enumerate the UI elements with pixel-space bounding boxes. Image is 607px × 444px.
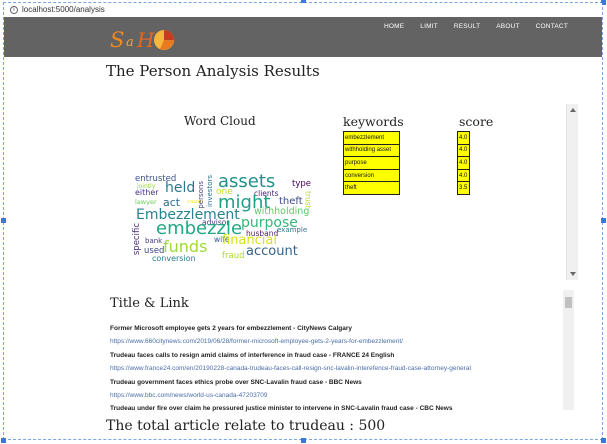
- article-title: Trudeau under fire over claim he pressur…: [110, 405, 453, 413]
- scroll-down-icon[interactable]: [570, 272, 576, 276]
- wc-word-held: held: [165, 180, 196, 196]
- page-title: The Person Analysis Results: [106, 62, 320, 80]
- wc-word-specific: specific: [132, 223, 142, 256]
- nav-result[interactable]: RESULT: [454, 23, 480, 30]
- keyword-row: theft: [343, 181, 400, 195]
- article-title: Former Microsoft employee gets 2 years f…: [110, 325, 353, 332]
- article-link[interactable]: https://www.660citynews.com/2019/06/28/f…: [110, 338, 560, 346]
- scroll-up-icon[interactable]: [570, 108, 576, 112]
- score-row: 4.0: [457, 168, 470, 183]
- total-articles-text: The total article relate to trudeau : 50…: [106, 418, 386, 434]
- keyword-cell: conversion: [343, 168, 400, 183]
- nav-menu: HOME LIMIT RESULT ABOUT CONTACT: [368, 23, 568, 30]
- nav-about[interactable]: ABOUT: [496, 23, 519, 30]
- wc-word-conversion: conversion: [152, 254, 196, 263]
- keyword-row: purpose: [343, 156, 400, 170]
- keyword-cell: embezzlement: [343, 131, 400, 145]
- keyword-row: withholding asset: [343, 143, 400, 158]
- resize-handle[interactable]: [601, 218, 606, 223]
- nav-home[interactable]: HOME: [384, 23, 404, 30]
- article-title: Trudeau faces calls to resign amid claim…: [110, 351, 395, 359]
- wc-word-either: either: [135, 188, 159, 197]
- wc-word-lawyer: lawyer: [135, 198, 157, 206]
- wc-word-example: example: [277, 226, 308, 234]
- keyword-row: embezzlement: [343, 131, 400, 145]
- wc-word-funds: funds: [163, 237, 208, 256]
- address-bar[interactable]: i localhost:5000/analysis: [4, 3, 602, 16]
- keyword-cell: purpose: [343, 156, 400, 170]
- word-cloud: entrusted jointly either lawyer held act…: [132, 143, 318, 265]
- wc-word-account: account: [246, 244, 298, 259]
- keywords-table: embezzlement withholding asset purpose c…: [343, 131, 400, 195]
- nav-limit[interactable]: LIMIT: [420, 23, 438, 30]
- title-link-heading: Title & Link: [110, 296, 189, 311]
- article-link[interactable]: https://www.france24.com/en/20190228-can…: [110, 365, 560, 373]
- score-cell: 4.0: [457, 131, 470, 145]
- navbar: S a H HOME LIMIT RESULT ABOUT CONTACT: [4, 17, 602, 57]
- score-cell: 4.0: [457, 143, 470, 158]
- title-link-scrollbar[interactable]: [563, 290, 574, 410]
- score-row: 4.0: [457, 143, 470, 158]
- keyword-cell: theft: [343, 181, 400, 195]
- resize-handle[interactable]: [1, 438, 6, 443]
- word-cloud-heading: Word Cloud: [184, 114, 256, 128]
- wc-word-investors: investors: [206, 175, 214, 208]
- svg-text:a: a: [126, 35, 134, 50]
- keyword-cell: withholding asset: [343, 143, 400, 158]
- score-row: 3.5: [457, 181, 470, 195]
- resize-handle[interactable]: [1, 218, 6, 223]
- article-title: Trudeau government faces ethics probe ov…: [110, 378, 362, 386]
- wc-word-persons: persons: [197, 181, 205, 209]
- analysis-scrollbar[interactable]: [566, 104, 578, 280]
- scroll-thumb[interactable]: [565, 297, 572, 308]
- nav-contact[interactable]: CONTACT: [536, 23, 568, 30]
- score-row: 4.0: [457, 156, 470, 170]
- wc-word-bank: bank: [145, 237, 163, 245]
- score-row: 4.0: [457, 131, 470, 145]
- score-cell: 3.5: [457, 181, 470, 195]
- url-text[interactable]: localhost:5000/analysis: [22, 5, 105, 14]
- article-link[interactable]: https://www.bbc.com/news/world-us-canada…: [110, 392, 560, 400]
- score-cell: 4.0: [457, 168, 470, 183]
- resize-handle[interactable]: [301, 438, 306, 443]
- svg-text:S: S: [110, 28, 124, 52]
- svg-text:H: H: [136, 28, 155, 52]
- article-list: Former Microsoft employee gets 2 years f…: [110, 325, 560, 419]
- wc-word-type: type: [292, 179, 311, 189]
- score-heading: score: [459, 114, 494, 129]
- wc-word-fraud: fraud: [222, 251, 245, 261]
- info-icon[interactable]: i: [10, 5, 18, 14]
- resize-handle[interactable]: [601, 438, 606, 443]
- score-cell: 4.0: [457, 156, 470, 170]
- keywords-heading: keywords: [343, 114, 404, 129]
- site-logo[interactable]: S a H: [108, 24, 180, 54]
- score-table: 4.0 4.0 4.0 4.0 3.5: [457, 131, 470, 195]
- keyword-row: conversion: [343, 168, 400, 183]
